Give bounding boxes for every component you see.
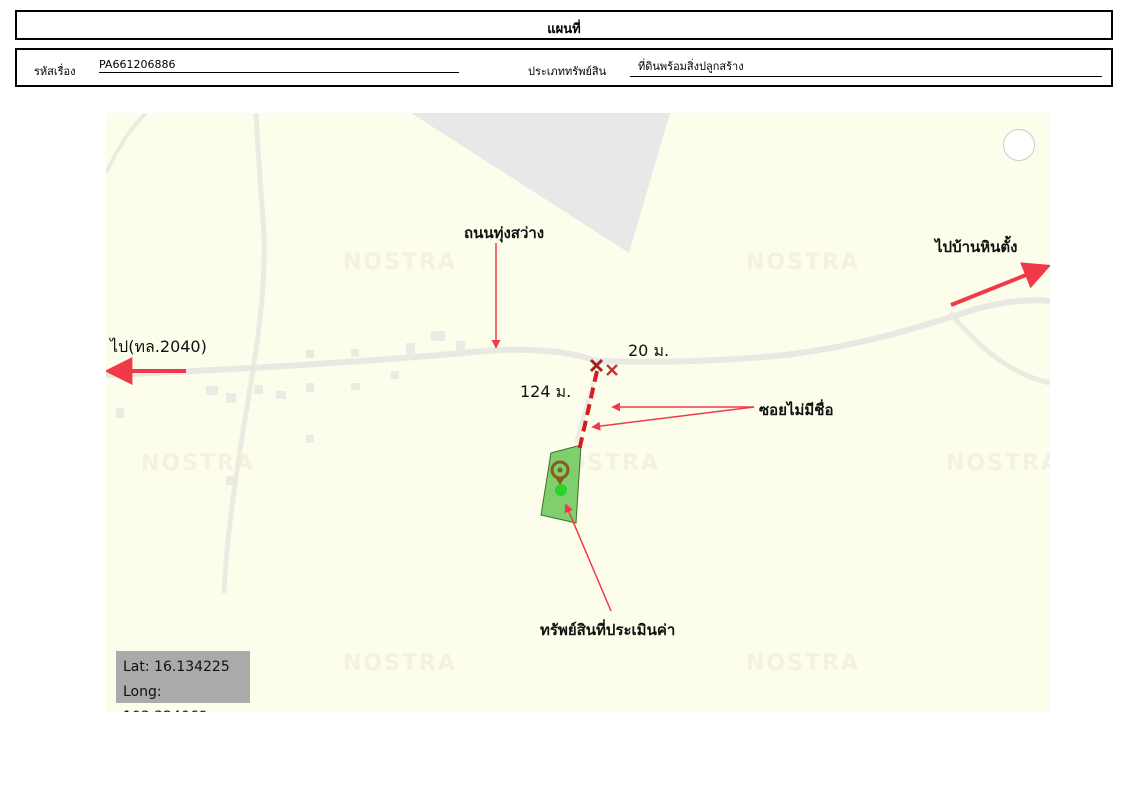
coordinates-box: Lat: 16.134225 Long: 103.324069	[116, 651, 250, 712]
code-label: รหัสเรื่อง	[34, 65, 76, 78]
arrow-property	[564, 503, 612, 612]
page-title: แผนที่	[547, 22, 581, 37]
road-main-label: ถนนทุ่งสว่าง	[464, 224, 545, 242]
type-label: ประเภททรัพย์สิน	[528, 65, 607, 78]
arrow-soi-2	[591, 406, 755, 431]
minor-road	[106, 113, 148, 174]
property-label: ทรัพย์สินที่ประเมินค่า	[540, 621, 676, 639]
type-value: ที่ดินพร้อมสิ่งปลูกสร้าง	[630, 57, 1102, 77]
x-marker-icon	[606, 364, 618, 376]
to-west-label: ไป(ทล.2040)	[110, 337, 207, 356]
compass-icon[interactable]	[1003, 129, 1035, 161]
main-road	[106, 297, 1050, 378]
distance-124-label: 124 ม.	[520, 382, 572, 401]
code-value: PA661206886	[99, 58, 459, 73]
minor-road	[574, 372, 598, 444]
distance-20-label: 20 ม.	[628, 341, 670, 360]
title-box: แผนที่	[15, 10, 1113, 40]
longitude-text: Long: 103.324069	[123, 684, 208, 712]
to-east-label: ไปบ้านหินตั้ง	[935, 238, 1018, 256]
latitude-text: Lat: 16.134225	[123, 659, 230, 675]
map-view[interactable]: NOSTRA NOSTRA NOSTRA NOSTRA NOSTRA NOSTR…	[106, 113, 1050, 712]
info-box: รหัสเรื่อง PA661206886 ประเภททรัพย์สิน ท…	[15, 48, 1113, 87]
soi-label: ซอยไม่มีชื่อ	[759, 401, 834, 419]
minor-road	[221, 412, 249, 594]
minor-road	[948, 311, 1050, 386]
